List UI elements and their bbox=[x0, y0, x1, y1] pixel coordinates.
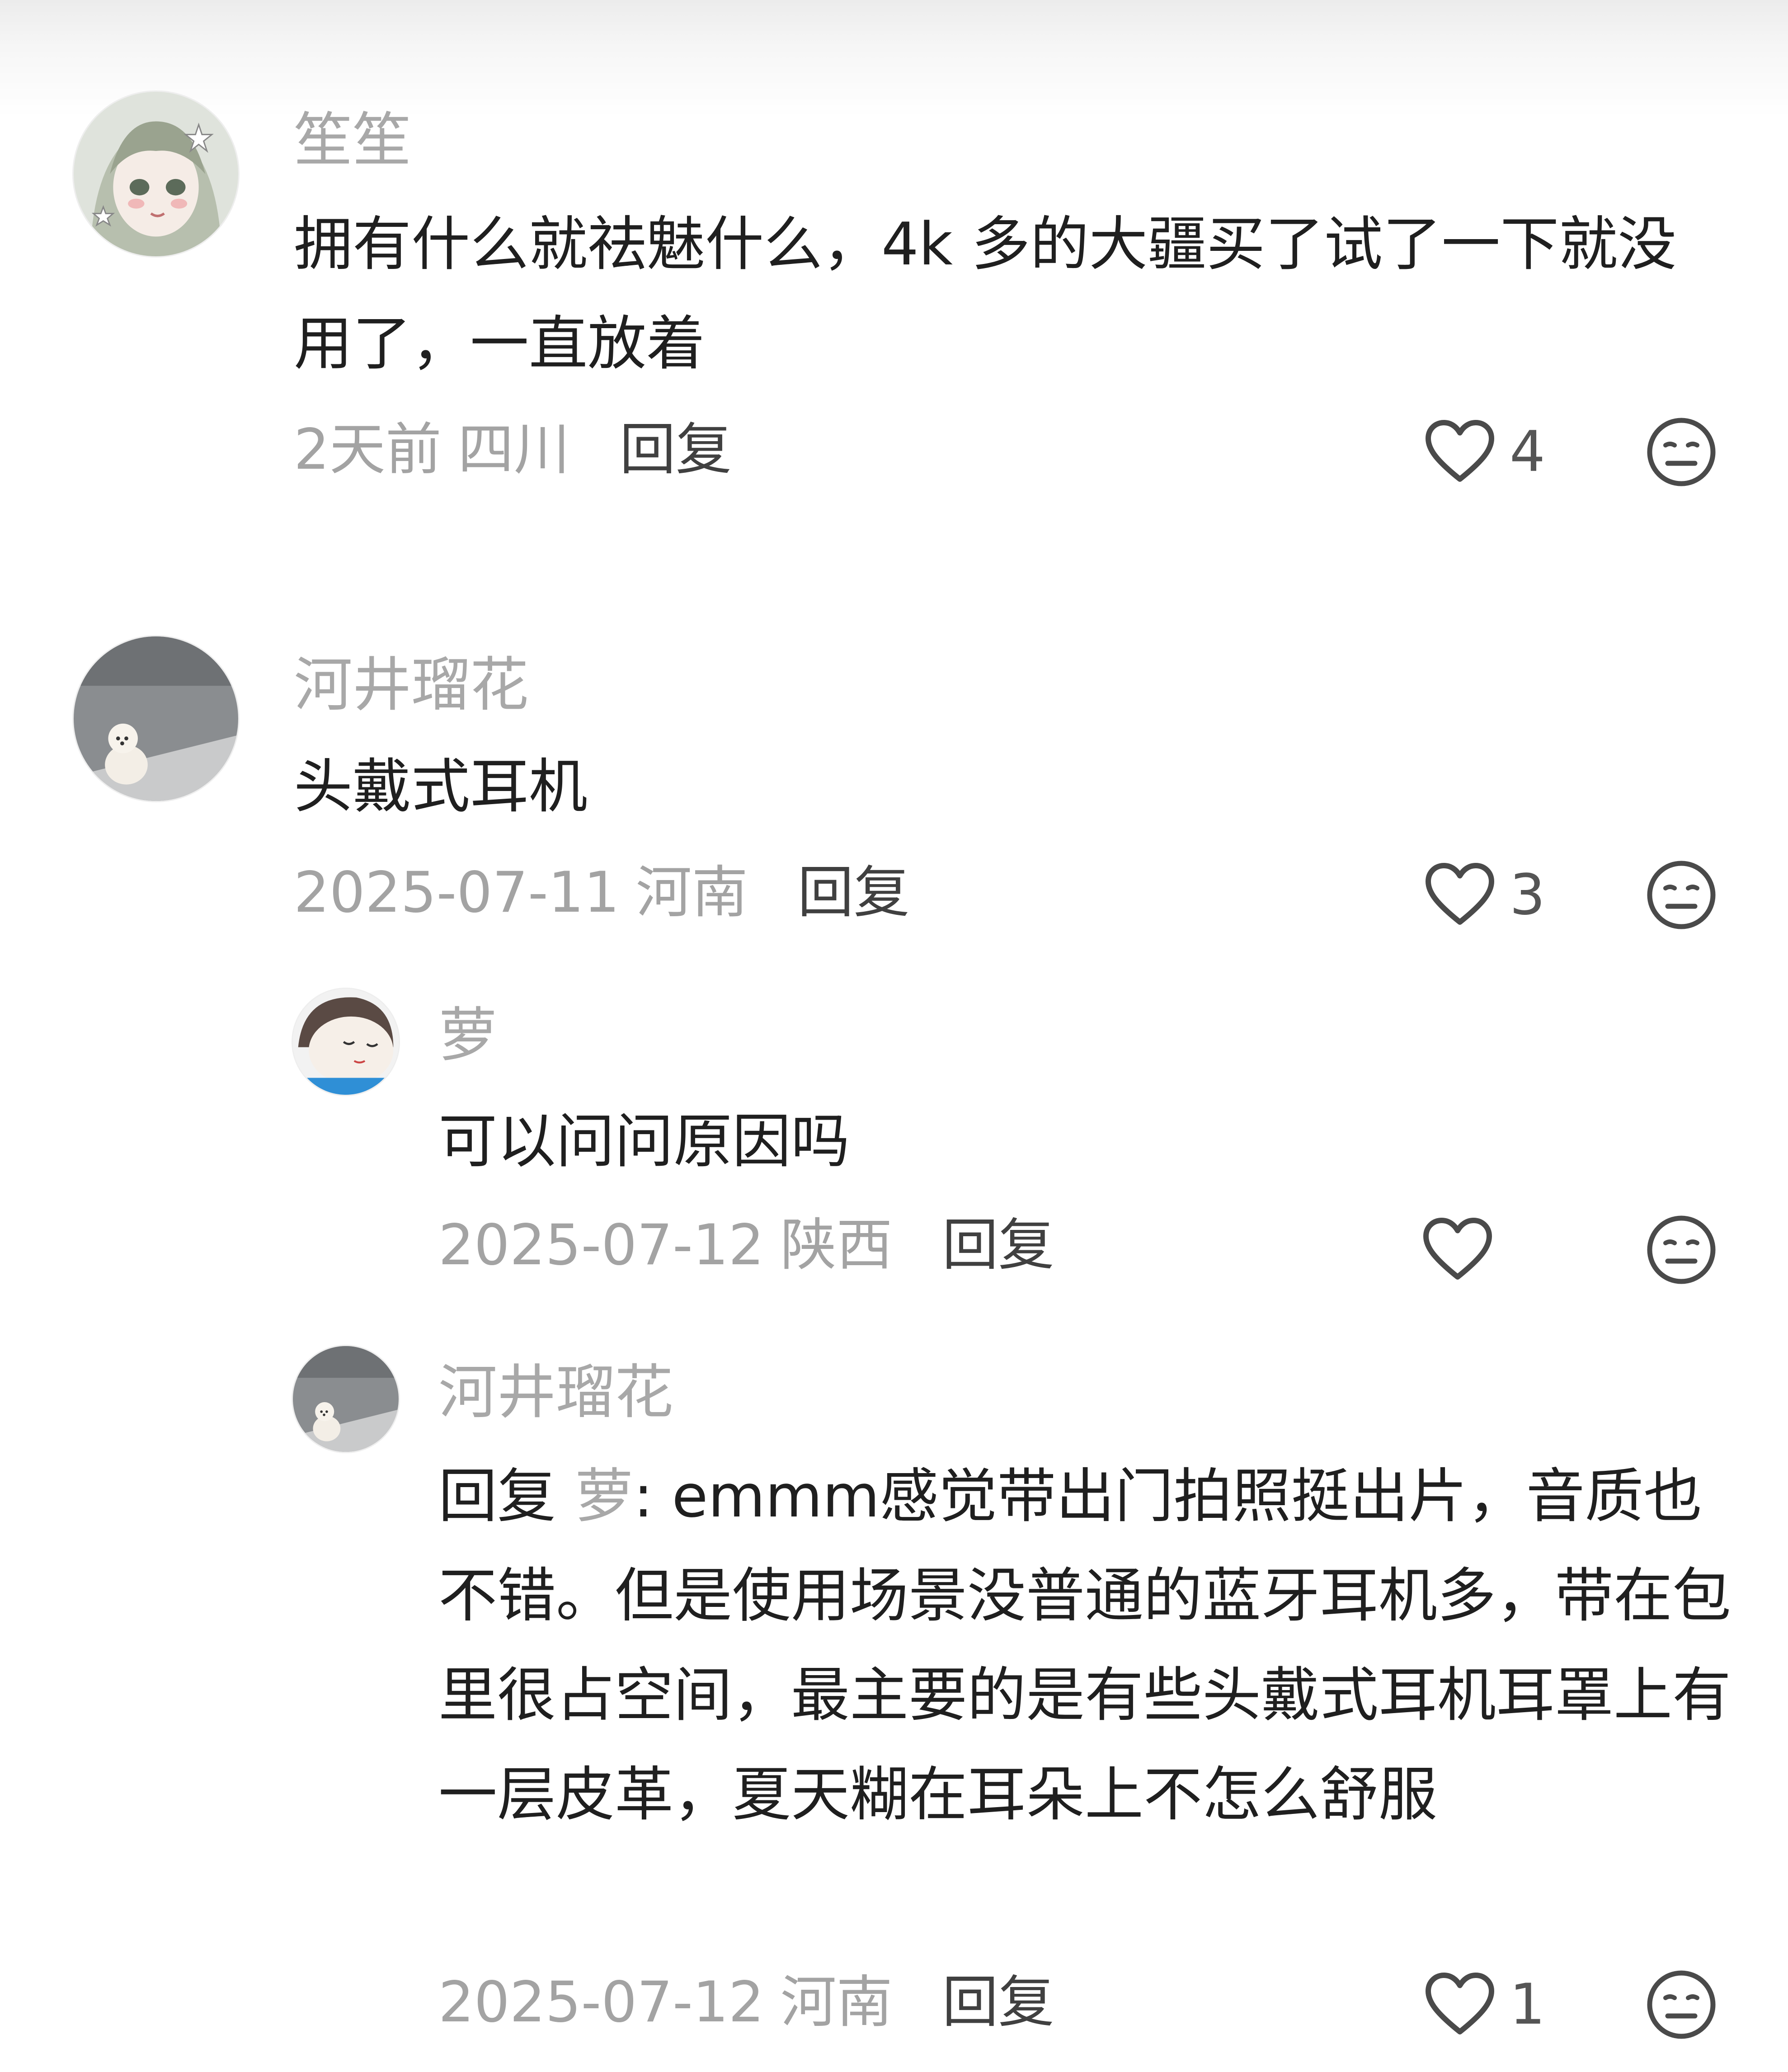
heart-icon bbox=[1426, 420, 1494, 482]
heart-icon bbox=[1423, 1218, 1492, 1280]
timestamp: 2025-07-12 bbox=[438, 1970, 764, 2035]
like-button[interactable]: 4 bbox=[1424, 414, 1545, 490]
timestamp: 2025-07-11 bbox=[294, 860, 620, 925]
dislike-button[interactable] bbox=[1645, 859, 1717, 931]
mention-link[interactable]: 萝 bbox=[574, 1462, 633, 1530]
like-button[interactable] bbox=[1421, 1211, 1494, 1288]
like-button[interactable]: 3 bbox=[1424, 857, 1545, 933]
avatar[interactable] bbox=[292, 1345, 400, 1453]
comment-text: 拥有什么就祛魅什么，4k 多的大疆买了试了一下就没用了，一直放着 bbox=[294, 210, 1677, 378]
location: 四川 bbox=[457, 417, 570, 482]
dislike-button[interactable] bbox=[1645, 1968, 1717, 2041]
location: 河南 bbox=[780, 1970, 893, 2035]
meh-face-icon bbox=[1647, 1970, 1716, 2039]
comment-text: 可以问问原因吗 bbox=[438, 1107, 850, 1176]
like-count: 4 bbox=[1510, 419, 1545, 485]
timestamp: 2025-07-12 bbox=[438, 1213, 764, 1278]
dislike-button[interactable] bbox=[1645, 1214, 1717, 1286]
heart-icon bbox=[1426, 1973, 1494, 2034]
reply-button[interactable]: 回复 bbox=[942, 1970, 1054, 2035]
comment-meta: 2025-07-12 陕西 回复 bbox=[438, 1207, 1054, 1284]
location: 河南 bbox=[635, 860, 748, 925]
username[interactable]: 河井瑠花 bbox=[438, 1354, 673, 1431]
meh-face-icon bbox=[1647, 418, 1716, 486]
like-button[interactable]: 1 bbox=[1424, 1966, 1545, 2043]
avatar[interactable] bbox=[292, 988, 400, 1096]
heart-icon bbox=[1426, 863, 1494, 925]
meh-face-icon bbox=[1647, 1215, 1716, 1284]
username[interactable]: 笙笙 bbox=[294, 102, 411, 179]
comment-meta: 2025-07-11 河南 回复 bbox=[294, 854, 910, 931]
reply-prefix: 回复 bbox=[438, 1462, 556, 1530]
comment-text: 回复 萝: emmm感觉带出门拍照挺出片，音质也不错。但是使用场景没普通的蓝牙耳… bbox=[438, 1446, 1731, 1844]
reply-button[interactable]: 回复 bbox=[620, 417, 732, 482]
avatar[interactable] bbox=[72, 90, 240, 258]
avatar[interactable] bbox=[72, 635, 240, 802]
top-fade bbox=[0, 0, 1788, 118]
reply-button[interactable]: 回复 bbox=[942, 1213, 1054, 1278]
comment-meta: 2025-07-12 河南 回复 bbox=[438, 1964, 1054, 2041]
comment-text: 头戴式耳机 bbox=[294, 752, 588, 821]
comment-meta: 2天前 四川 回复 bbox=[294, 411, 732, 488]
like-count: 3 bbox=[1510, 862, 1545, 928]
like-count: 1 bbox=[1510, 1972, 1545, 2037]
username[interactable]: 河井瑠花 bbox=[294, 646, 529, 723]
reply-button[interactable]: 回复 bbox=[798, 860, 910, 925]
timestamp: 2天前 bbox=[294, 417, 442, 482]
meh-face-icon bbox=[1647, 861, 1716, 929]
location: 陕西 bbox=[780, 1213, 893, 1278]
username[interactable]: 萝 bbox=[438, 997, 497, 1074]
dislike-button[interactable] bbox=[1645, 416, 1717, 488]
